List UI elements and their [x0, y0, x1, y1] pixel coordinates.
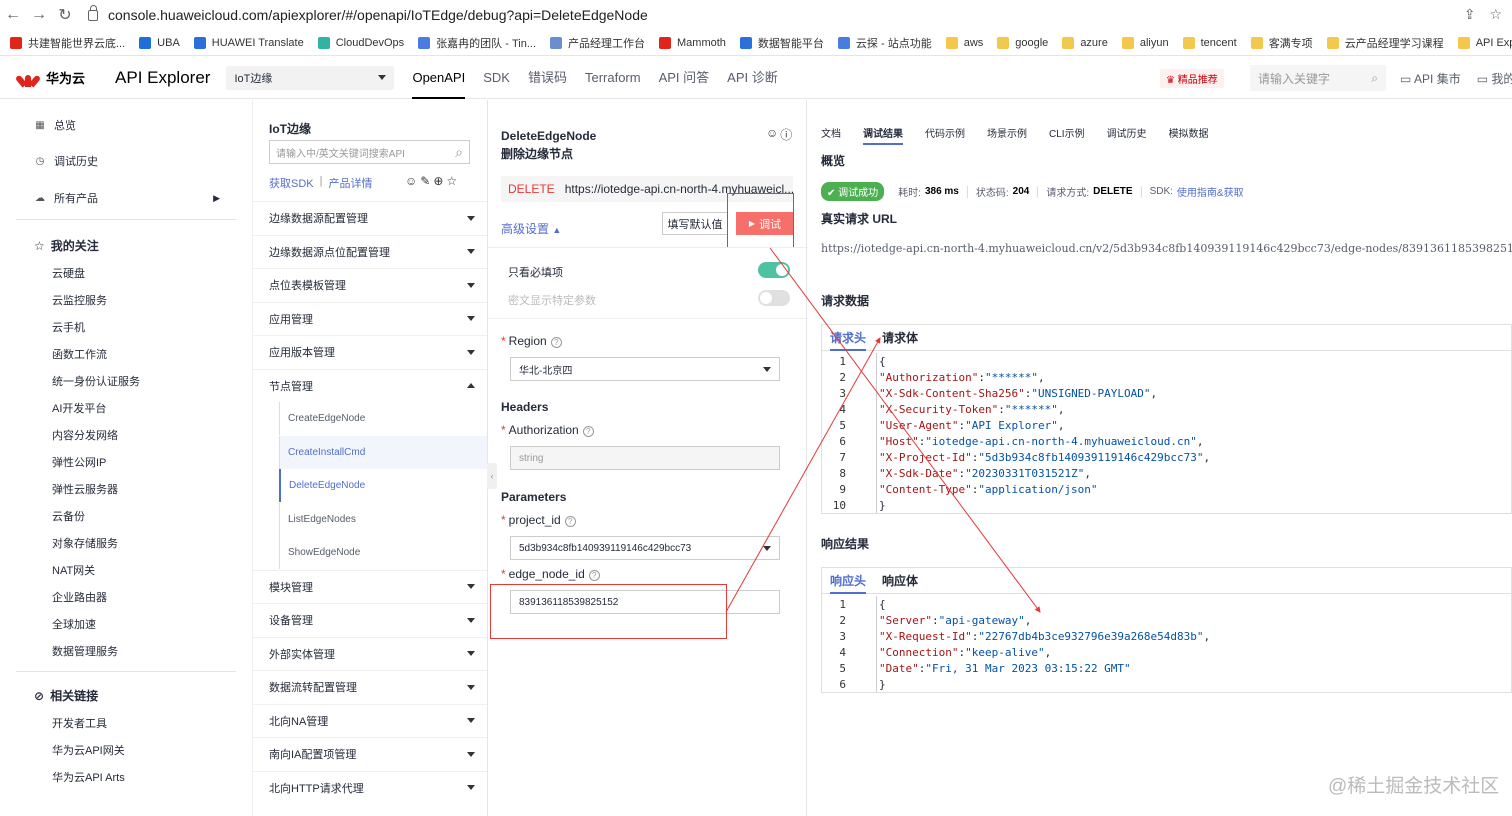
arrow-node-to-request [725, 337, 881, 613]
annotation-arrows [725, 247, 1041, 613]
arrow-run-to-response [769, 247, 1041, 613]
watermark: @稀土掘金技术社区 [1328, 776, 1500, 797]
